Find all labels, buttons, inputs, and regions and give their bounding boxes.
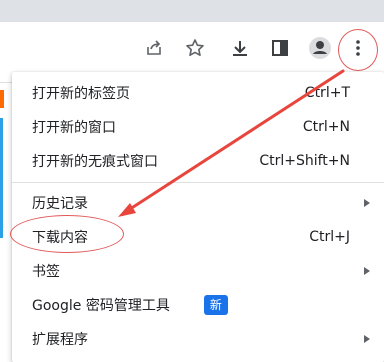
browser-menu: 打开新的标签页 Ctrl+T 打开新的窗口 Ctrl+N 打开新的无痕式窗口 C… (12, 72, 384, 362)
menu-item-history[interactable]: 历史记录 (12, 186, 384, 220)
menu-item-downloads[interactable]: 下载内容 Ctrl+J (12, 220, 384, 254)
sidebar-icon[interactable] (265, 33, 295, 63)
menu-item-shortcut: Ctrl+J (309, 229, 350, 245)
menu-item-label: 扩展程序 (32, 332, 88, 348)
tab-strip (0, 0, 384, 22)
menu-item-label: 打开新的无痕式窗口 (32, 154, 158, 170)
submenu-arrow-icon (364, 199, 370, 207)
menu-item-label: 书签 (32, 264, 60, 280)
download-icon[interactable] (225, 33, 255, 63)
menu-item-shortcut: Ctrl+Shift+N (259, 153, 350, 169)
menu-item-label: 历史记录 (32, 196, 88, 212)
menu-item-extensions[interactable]: 扩展程序 (12, 322, 384, 356)
share-icon[interactable] (139, 33, 169, 63)
menu-item-new-incognito-window[interactable]: 打开新的无痕式窗口 Ctrl+Shift+N (12, 144, 384, 178)
menu-item-shortcut: Ctrl+N (302, 119, 350, 135)
submenu-arrow-icon (364, 335, 370, 343)
menu-item-label: 打开新的标签页 (32, 86, 130, 102)
menu-item-label: Google 密码管理工具 (32, 298, 170, 314)
menu-item-password-manager[interactable]: Google 密码管理工具 新 (12, 288, 384, 322)
submenu-arrow-icon (364, 267, 370, 275)
menu-item-bookmarks[interactable]: 书签 (12, 254, 384, 288)
more-vert-icon[interactable] (343, 33, 373, 63)
page-accent-orange (0, 90, 4, 108)
menu-item-new-tab[interactable]: 打开新的标签页 Ctrl+T (12, 76, 384, 110)
menu-item-label: 下载内容 (32, 230, 88, 246)
menu-item-new-window[interactable]: 打开新的窗口 Ctrl+N (12, 110, 384, 144)
new-badge: 新 (203, 295, 228, 315)
menu-separator (12, 182, 384, 183)
menu-item-shortcut: Ctrl+T (304, 85, 350, 101)
profile-icon[interactable] (305, 33, 335, 63)
menu-item-label: 打开新的窗口 (32, 120, 116, 136)
page-accent-blue (0, 118, 3, 238)
star-icon[interactable] (180, 33, 210, 63)
